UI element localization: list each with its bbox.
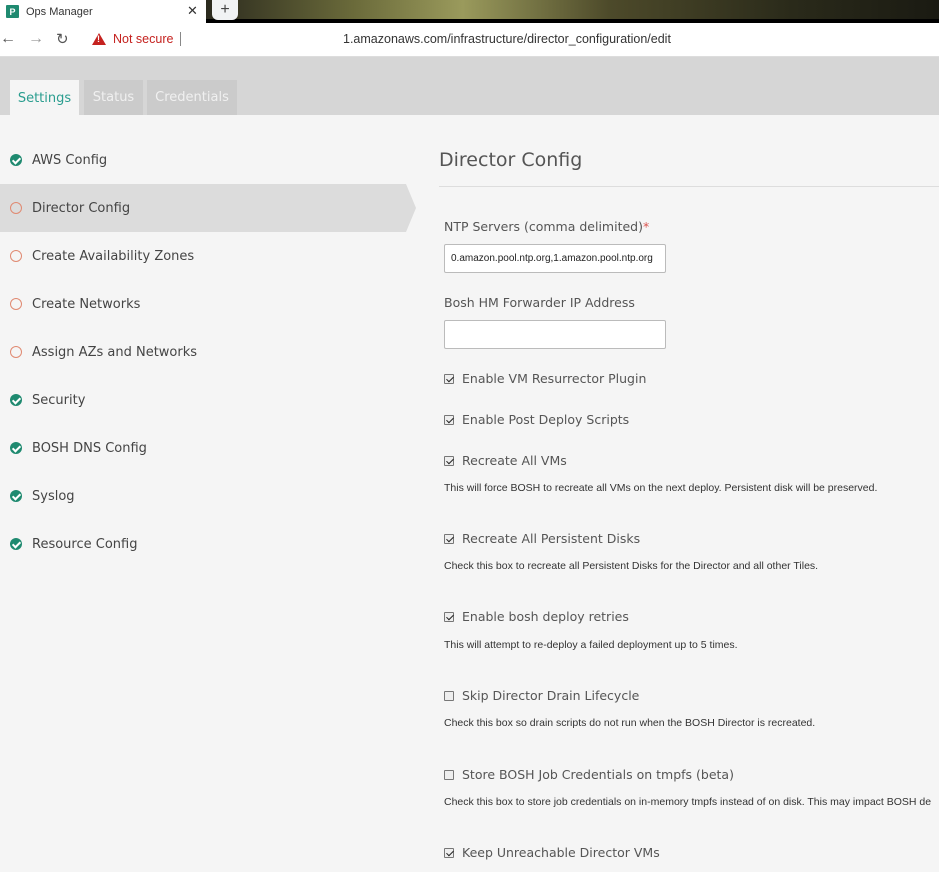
config-sidebar: AWS Config Director Config Create Availa… — [0, 136, 416, 568]
option-label: Recreate All Persistent Disks — [462, 531, 641, 546]
option-help-text: Check this box to store job credentials … — [444, 796, 932, 808]
sidebar-item-label: Create Availability Zones — [32, 248, 195, 264]
check-circle-icon — [10, 154, 22, 166]
sidebar-item-aws-config[interactable]: AWS Config — [0, 136, 416, 184]
check-circle-icon — [10, 442, 22, 454]
address-separator — [180, 32, 182, 46]
sidebar-item-label: Create Networks — [32, 296, 141, 312]
option-recreate-all-vms[interactable]: Recreate All VMs — [444, 453, 567, 468]
option-enable-bosh-deploy-retries[interactable]: Enable bosh deploy retries — [444, 609, 629, 624]
browser-tab-strip: P Ops Manager ✕ + — [0, 0, 939, 23]
browser-tab[interactable]: P Ops Manager ✕ — [0, 0, 206, 23]
address-bar-url[interactable]: 1.amazonaws.com/infrastructure/director_… — [343, 32, 671, 46]
sidebar-item-assign-azs-and-networks[interactable]: Assign AZs and Networks — [0, 328, 416, 376]
sidebar-item-label: Syslog — [32, 488, 75, 504]
sidebar-item-label: AWS Config — [32, 152, 108, 168]
director-config-form: Director Config NTP Servers (comma delim… — [439, 136, 939, 860]
page-title: Director Config — [439, 149, 583, 171]
checkbox[interactable] — [444, 455, 454, 466]
sidebar-item-label: Resource Config — [32, 536, 138, 552]
security-label: Not secure — [113, 32, 174, 46]
ntp-servers-label: NTP Servers (comma delimited)* — [444, 219, 649, 234]
option-store-bosh-job-credentials-tmpfs[interactable]: Store BOSH Job Credentials on tmpfs (bet… — [444, 767, 734, 782]
sidebar-item-security[interactable]: Security — [0, 376, 416, 424]
sidebar-item-label: BOSH DNS Config — [32, 440, 147, 456]
tab-credentials[interactable]: Credentials — [147, 80, 237, 115]
ntp-servers-input[interactable]: 0.amazon.pool.ntp.org,1.amazon.pool.ntp.… — [444, 244, 666, 273]
option-help-text: This will attempt to re-deploy a failed … — [444, 639, 738, 651]
checkbox[interactable] — [444, 847, 454, 858]
sidebar-item-syslog[interactable]: Syslog — [0, 472, 416, 520]
checkbox[interactable] — [444, 611, 454, 622]
required-marker: * — [642, 219, 650, 234]
ntp-servers-label-text: NTP Servers (comma delimited) — [444, 219, 643, 234]
checkbox[interactable] — [444, 533, 454, 544]
check-circle-icon — [10, 394, 22, 406]
option-label: Recreate All VMs — [462, 453, 567, 468]
option-label: Enable VM Resurrector Plugin — [462, 371, 647, 386]
check-circle-icon — [10, 490, 22, 502]
option-label: Store BOSH Job Credentials on tmpfs (bet… — [462, 767, 734, 782]
sidebar-item-label: Assign AZs and Networks — [32, 344, 198, 360]
new-tab-icon[interactable]: + — [212, 0, 238, 20]
back-arrow-icon[interactable]: ← — [0, 30, 16, 48]
sidebar-item-director-config[interactable]: Director Config — [0, 184, 416, 232]
browser-toolbar: ← → ↻ Not secure 1.amazonaws.com/infrast… — [0, 23, 939, 57]
browser-tab-title: Ops Manager — [26, 5, 93, 18]
option-label: Keep Unreachable Director VMs — [462, 845, 660, 860]
tab-status[interactable]: Status — [84, 80, 143, 115]
bosh-hm-forwarder-input[interactable] — [444, 320, 666, 349]
option-recreate-all-persistent-disks[interactable]: Recreate All Persistent Disks — [444, 531, 640, 546]
option-label: Skip Director Drain Lifecycle — [462, 688, 640, 703]
sidebar-item-create-availability-zones[interactable]: Create Availability Zones — [0, 232, 416, 280]
bosh-hm-forwarder-label: Bosh HM Forwarder IP Address — [444, 295, 635, 310]
sidebar-item-label: Security — [32, 392, 86, 408]
option-enable-post-deploy-scripts[interactable]: Enable Post Deploy Scripts — [444, 412, 629, 427]
sidebar-item-resource-config[interactable]: Resource Config — [0, 520, 416, 568]
option-help-text: This will force BOSH to recreate all VMs… — [444, 482, 878, 494]
sidebar-item-create-networks[interactable]: Create Networks — [0, 280, 416, 328]
option-label: Enable bosh deploy retries — [462, 609, 629, 624]
title-divider — [439, 186, 939, 187]
checkbox[interactable] — [444, 414, 454, 425]
checkbox[interactable] — [444, 769, 454, 780]
option-enable-vm-resurrector[interactable]: Enable VM Resurrector Plugin — [444, 371, 646, 386]
option-help-text: Check this box to recreate all Persisten… — [444, 560, 819, 572]
option-help-text: Check this box so drain scripts do not r… — [444, 717, 816, 729]
empty-circle-icon — [10, 346, 22, 358]
checkbox[interactable] — [444, 690, 454, 701]
empty-circle-icon — [10, 250, 22, 262]
option-label: Enable Post Deploy Scripts — [462, 412, 630, 427]
option-skip-director-drain-lifecycle[interactable]: Skip Director Drain Lifecycle — [444, 688, 639, 703]
option-keep-unreachable-director-vms[interactable]: Keep Unreachable Director VMs — [444, 845, 660, 860]
empty-circle-icon — [10, 202, 22, 214]
forward-arrow-icon[interactable]: → — [28, 30, 44, 48]
tab-strip-background — [206, 0, 939, 23]
ops-manager-favicon-icon: P — [6, 5, 19, 18]
security-indicator[interactable]: Not secure — [92, 32, 182, 46]
empty-circle-icon — [10, 298, 22, 310]
reload-icon[interactable]: ↻ — [56, 30, 69, 48]
sidebar-item-label: Director Config — [32, 200, 131, 216]
tab-settings[interactable]: Settings — [10, 80, 79, 116]
app-tab-band: Settings Status Credentials — [0, 57, 939, 116]
close-tab-icon[interactable]: ✕ — [187, 3, 198, 19]
check-circle-icon — [10, 538, 22, 550]
checkbox[interactable] — [444, 373, 454, 384]
warning-triangle-icon — [92, 33, 106, 45]
sidebar-item-bosh-dns-config[interactable]: BOSH DNS Config — [0, 424, 416, 472]
